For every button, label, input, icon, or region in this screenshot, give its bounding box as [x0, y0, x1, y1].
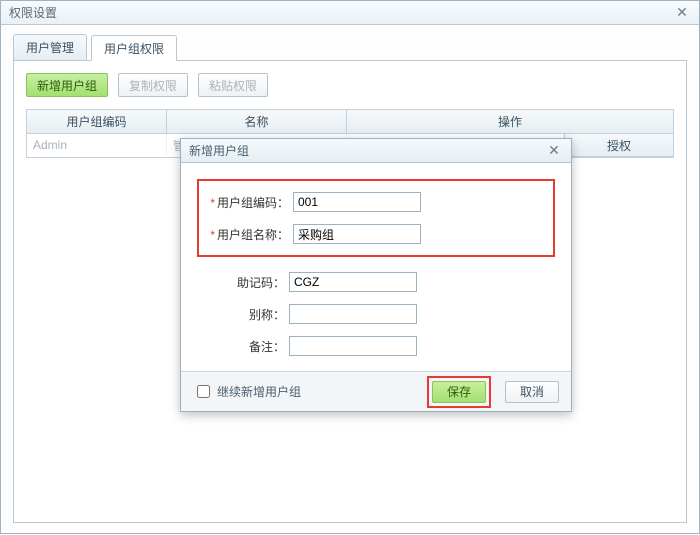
add-group-dialog: 新增用户组 ✕ *用户组编码： *用户组名称： 助记码：: [180, 138, 572, 412]
save-highlight: 保存: [427, 376, 491, 408]
dialog-titlebar: 新增用户组 ✕: [181, 139, 571, 163]
continue-add-checkbox-input[interactable]: [197, 385, 210, 398]
window-title: 权限设置: [9, 4, 57, 21]
label-group-code: *用户组编码：: [205, 194, 289, 211]
input-alias[interactable]: [289, 304, 417, 324]
label-remark: 备注：: [197, 338, 285, 355]
paste-permissions-button[interactable]: 粘贴权限: [198, 73, 268, 97]
add-group-button[interactable]: 新增用户组: [26, 73, 108, 97]
window-titlebar: 权限设置 ✕: [1, 1, 699, 25]
required-fields-highlight: *用户组编码： *用户组名称：: [197, 179, 555, 257]
close-icon[interactable]: ✕: [673, 5, 691, 21]
row-mnemonic: 助记码：: [197, 267, 555, 297]
tab-group-permissions[interactable]: 用户组权限: [91, 35, 177, 61]
copy-permissions-button[interactable]: 复制权限: [118, 73, 188, 97]
input-remark[interactable]: [289, 336, 417, 356]
continue-add-label: 继续新增用户组: [217, 383, 301, 400]
authorize-button[interactable]: 授权: [564, 133, 674, 157]
label-group-name: *用户组名称：: [205, 226, 289, 243]
row-group-name: *用户组名称：: [205, 219, 547, 249]
save-button[interactable]: 保存: [432, 381, 486, 403]
cell-code: Admin: [27, 134, 167, 156]
continue-add-checkbox[interactable]: 继续新增用户组: [193, 382, 301, 401]
row-group-code: *用户组编码：: [205, 187, 547, 217]
input-mnemonic[interactable]: [289, 272, 417, 292]
row-alias: 别称：: [197, 299, 555, 329]
col-header-code: 用户组编码: [27, 110, 167, 134]
label-mnemonic: 助记码：: [197, 274, 285, 291]
table-header: 用户组编码 名称 操作: [27, 110, 674, 134]
row-remark: 备注：: [197, 331, 555, 361]
input-group-code[interactable]: [293, 192, 421, 212]
cancel-button[interactable]: 取消: [505, 381, 559, 403]
tab-user-management[interactable]: 用户管理: [13, 34, 87, 60]
col-header-op: 操作: [347, 110, 674, 134]
dialog-title: 新增用户组: [189, 142, 249, 159]
label-alias: 别称：: [197, 306, 285, 323]
col-header-name: 名称: [167, 110, 347, 134]
dialog-close-icon[interactable]: ✕: [545, 143, 563, 159]
toolbar: 新增用户组 复制权限 粘贴权限: [26, 73, 674, 97]
dialog-footer: 继续新增用户组 保存 取消: [181, 371, 571, 411]
tabbar: 用户管理 用户组权限: [13, 35, 687, 61]
input-group-name[interactable]: [293, 224, 421, 244]
